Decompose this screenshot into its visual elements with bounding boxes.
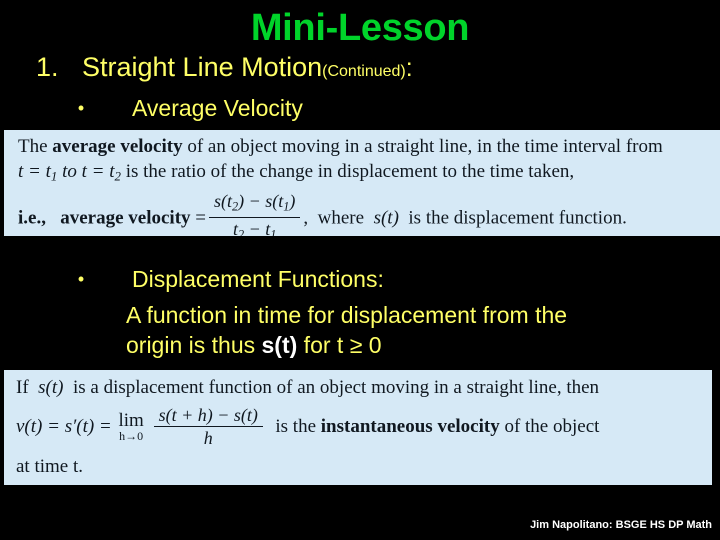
math1-line3-comma: ,	[303, 207, 309, 229]
math1-line-1: The average velocity of an object moving…	[18, 136, 663, 158]
math-panel-average-velocity: The average velocity of an object moving…	[4, 130, 720, 236]
heading-straight-line-motion: 1. Straight Line Motion(Continued):	[36, 51, 696, 88]
math2-line1-a: If	[16, 377, 29, 398]
bullet-displacement-functions-label: Displacement Functions:	[132, 266, 384, 292]
math1-line-2: t = t1 to t = t2 is the ratio of the cha…	[18, 161, 574, 188]
math2-fraction-numerator: s(t + h) − s(t)	[153, 405, 263, 427]
slide-canvas: Mini-Lesson 1. Straight Line Motion(Conti…	[0, 0, 720, 540]
math1-den-b: − t	[244, 219, 271, 236]
bullet-displacement-functions: • Displacement Functions:	[66, 264, 686, 294]
heading-note: (Continued)	[322, 63, 406, 80]
heading-number: 1.	[36, 52, 59, 82]
math2-limit-op: lim	[118, 409, 144, 431]
math2-fraction-denominator: h	[203, 428, 213, 448]
bullet-average-velocity-label: Average Velocity	[132, 95, 303, 121]
math1-line1-pre: The	[18, 136, 53, 157]
math2-line2-mid: is the	[275, 415, 317, 437]
bullet-dot-icon: •	[77, 98, 85, 118]
math1-line3-eq: =	[195, 207, 206, 229]
displacement-description-line-1: A function in time for displacement from…	[126, 302, 568, 328]
math-panel-instantaneous-velocity: If s(t) is a displacement function of an…	[4, 370, 712, 485]
math1-line2-a: t = t	[18, 161, 51, 182]
sub-line-2-pre: origin is thus	[126, 332, 262, 358]
math1-fraction-denominator: t2 − t1	[209, 218, 300, 236]
math2-line-1: If s(t) is a displacement function of an…	[16, 377, 599, 399]
math2-line2-lhs: v(t) = s′(t) =	[16, 415, 112, 437]
footer-credit: Jim Napolitano: BSGE HS DP Math	[530, 519, 712, 531]
math1-line-3: i.e., average velocity = s(t2) − s(t1) t2 …	[18, 191, 627, 236]
math2-line2-tail: of the object	[504, 415, 600, 437]
math1-line2-b: to t = t	[57, 161, 115, 182]
math1-num-a: s(t	[214, 191, 232, 211]
math2-line1-b: is a displacement function of an object …	[72, 377, 600, 398]
sub-line-2-post: for t ≥ 0	[297, 332, 382, 358]
math1-line2-c: is the ratio of the change in displaceme…	[120, 161, 575, 182]
math2-limit-subscript: h→0	[119, 428, 144, 443]
math1-den-sub-b: 1	[270, 227, 277, 236]
math2-fraction: s(t + h) − s(t) h	[153, 405, 263, 448]
math1-line1-post: of an object moving in a straight line, …	[182, 136, 663, 157]
page-title: Mini-Lesson	[250, 7, 470, 49]
math1-line3-label: i.e.,	[18, 207, 46, 229]
sub-line-2-bold: s(t)	[261, 332, 298, 358]
math1-line3-st: s(t)	[373, 207, 399, 229]
math1-num-c: )	[289, 191, 296, 211]
heading-text: Straight Line Motion	[82, 52, 323, 82]
math1-line1-bold: average velocity	[52, 136, 183, 157]
math1-line3-tail: is the displacement function.	[408, 207, 627, 229]
bullet-average-velocity: • Average Velocity	[66, 93, 666, 123]
math1-line3-bold: average velocity	[60, 207, 191, 229]
math1-fraction: s(t2) − s(t1) t2 − t1	[209, 191, 301, 236]
math2-line-3: at time t.	[16, 456, 84, 477]
math1-line3-where: where	[317, 207, 365, 229]
heading-colon: :	[405, 54, 413, 82]
math1-fraction-numerator: s(t2) − s(t1)	[209, 191, 301, 219]
math2-line1-st: s(t)	[38, 377, 64, 398]
bullet-dot-icon: •	[77, 269, 85, 289]
math2-limit: lim h→0	[119, 411, 144, 443]
math1-num-b: ) − s(t	[238, 191, 284, 211]
math2-line-2: v(t) = s′(t) = lim h→0 s(t + h) − s(t) h i…	[16, 405, 600, 449]
math2-line2-bold: instantaneous velocity	[320, 415, 500, 437]
displacement-description-line-2: origin is thus s(t) for t ≥ 0	[126, 330, 382, 360]
